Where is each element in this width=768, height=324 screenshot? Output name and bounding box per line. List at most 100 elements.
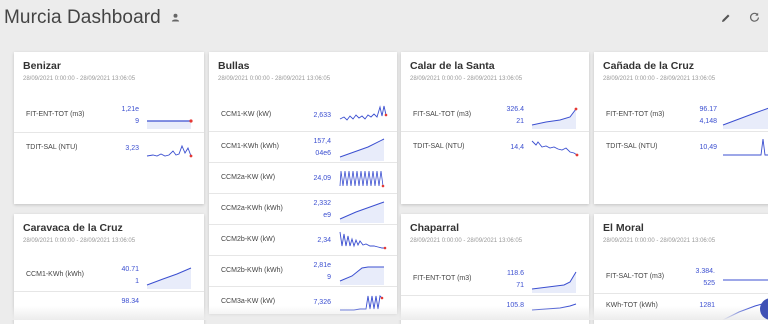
card-date-range: 28/09/2021 0:00:00 - 28/09/2021 13:06:05 <box>410 76 523 82</box>
sparkline-chart <box>339 105 388 121</box>
sparkline-chart <box>722 107 768 129</box>
metric-value-line1: 3,23 <box>125 145 139 152</box>
station-card-benizar[interactable]: Benizar 28/09/2021 0:00:00 - 28/09/2021 … <box>14 52 204 204</box>
dashboard-header: Murcia Dashboard <box>0 0 768 42</box>
metric-row[interactable]: FIT-ENT-TOT (m3) 96.17 4,148 <box>594 100 768 130</box>
metric-label: FIT-ENT-TOT (m3) <box>413 275 472 282</box>
metric-value-line2: 525 <box>703 280 715 287</box>
metric-row[interactable]: FIT-SAL-TOT (m3) 326.4 21 <box>401 100 589 130</box>
bottom-fade <box>0 306 768 320</box>
metric-row[interactable]: CCM1-KWh (kWh) 157,4 04e6 <box>209 131 397 162</box>
page-title: Murcia Dashboard <box>4 7 161 28</box>
metric-value: 96.17 4,148 <box>657 104 717 128</box>
metric-value-line1: 2,332 <box>313 200 331 207</box>
card-date-range: 28/09/2021 0:00:00 - 28/09/2021 13:06:05 <box>23 76 136 82</box>
metric-row[interactable]: CCM2a-KWh (kWh) 2,332 e9 <box>209 193 397 224</box>
card-date-range: 28/09/2021 0:00:00 - 28/09/2021 13:06:05 <box>603 76 716 82</box>
card-title: Calar de la Santa <box>410 60 495 72</box>
metric-value: 2,332 e9 <box>271 198 331 222</box>
metric-value: 40.71 1 <box>79 264 139 288</box>
metric-value-line2: e9 <box>323 212 331 219</box>
sparkline-chart <box>146 267 192 289</box>
station-card-calar-de-la-santa[interactable]: Calar de la Santa 28/09/2021 0:00:00 - 2… <box>401 52 589 204</box>
metric-row[interactable]: TDIT-SAL (NTU) 3,23 <box>14 132 204 163</box>
metric-value-line1: 40.71 <box>121 266 139 273</box>
metric-label: CCM1-KWh (kWh) <box>26 271 84 278</box>
metric-value: 3,23 <box>79 143 139 155</box>
sparkline-chart <box>146 144 193 158</box>
metric-value-line1: 1,21e <box>121 106 139 113</box>
metric-value-line2: 21 <box>516 118 524 125</box>
card-date-range: 28/09/2021 0:00:00 - 28/09/2021 13:06:05 <box>410 238 523 244</box>
metric-row[interactable]: FIT-ENT-TOT (m3) 118.6 71 <box>401 264 589 294</box>
metric-value-line1: 24,09 <box>313 175 331 182</box>
metric-row[interactable]: CCM2a-KW (kW) 24,09 <box>209 162 397 193</box>
metric-value: 2,34 <box>271 235 331 247</box>
sparkline-chart <box>531 271 577 293</box>
metric-value: 118.6 71 <box>464 268 524 292</box>
metric-value-line2: 9 <box>327 274 331 281</box>
sparkline-chart <box>723 138 768 156</box>
metric-value-line1: 2,633 <box>313 112 331 119</box>
metric-row[interactable]: CCM1-KW (kW) 2,633 <box>209 100 397 130</box>
metric-value-line1: 2,81e <box>313 262 331 269</box>
card-title: Chaparral <box>410 222 460 234</box>
metric-label: TDIT-SAL (NTU) <box>606 143 658 150</box>
card-title: Bullas <box>218 60 250 72</box>
person-icon[interactable] <box>171 13 180 22</box>
metric-label: CCM3a-KW (kW) <box>221 298 276 305</box>
metric-value-line1: 10,49 <box>699 144 717 151</box>
metric-label: FIT-ENT-TOT (m3) <box>26 111 85 118</box>
sparkline-chart <box>339 170 385 188</box>
metric-value: 326.4 21 <box>464 104 524 128</box>
metric-value-line2: 71 <box>516 282 524 289</box>
metric-label: TDIT-SAL (NTU) <box>413 143 465 150</box>
metric-value-line1: 96.17 <box>699 106 717 113</box>
metric-row[interactable]: TDIT-SAL (NTU) 14,4 <box>401 131 589 162</box>
metric-value-line2: 4,148 <box>699 118 717 125</box>
sparkline-chart <box>339 266 384 285</box>
metric-label: TDIT-SAL (NTU) <box>26 144 78 151</box>
sparkline-chart <box>147 119 193 129</box>
sparkline-chart <box>339 201 385 223</box>
metric-row[interactable]: TDIT-SAL (NTU) 10,49 <box>594 131 768 162</box>
metric-value: 10,49 <box>657 142 717 154</box>
metric-label: CCM2b-KW (kW) <box>221 236 276 243</box>
metric-value-line2: 04e6 <box>315 150 331 157</box>
station-card-canada-de-la-cruz[interactable]: Cañada de la Cruz 28/09/2021 0:00:00 - 2… <box>594 52 768 204</box>
metric-value: 157,4 04e6 <box>271 136 331 160</box>
metric-value: 3.384. 525 <box>655 266 715 290</box>
metric-value-line1: 326.4 <box>506 106 524 113</box>
metric-value: 1,21e 9 <box>79 104 139 128</box>
sparkline-chart <box>531 140 579 157</box>
card-title: Cañada de la Cruz <box>603 60 695 72</box>
card-title: Benizar <box>23 60 61 72</box>
metric-row[interactable]: CCM1-KWh (kWh) 40.71 1 <box>14 260 204 290</box>
card-title: El Moral <box>603 222 644 234</box>
metric-label: FIT-SAL-TOT (m3) <box>413 111 472 118</box>
sparkline-chart <box>339 138 385 161</box>
metric-row[interactable]: CCM2b-KWh (kWh) 2,81e 9 <box>209 255 397 286</box>
card-title: Caravaca de la Cruz <box>23 222 123 234</box>
card-date-range: 28/09/2021 0:00:00 - 28/09/2021 13:06:05 <box>218 76 331 82</box>
metric-row[interactable]: FIT-ENT-TOT (m3) 1,21e 9 <box>14 100 204 130</box>
sparkline-chart <box>723 279 768 281</box>
sparkline-chart <box>531 107 578 129</box>
metric-value-line2: 9 <box>135 118 139 125</box>
metric-value-line1: 118.6 <box>507 270 524 277</box>
metric-label: FIT-ENT-TOT (m3) <box>606 111 665 118</box>
metric-value-line2: 1 <box>135 278 139 285</box>
metric-value: 14,4 <box>464 142 524 154</box>
metric-value-line1: 2,34 <box>317 237 331 244</box>
metric-row[interactable]: CCM2b-KW (kW) 2,34 <box>209 224 397 255</box>
metric-value: 2,81e 9 <box>271 260 331 284</box>
metric-row[interactable]: FIT-SAL-TOT (m3) 3.384. 525 <box>594 262 768 292</box>
station-card-bullas[interactable]: Bullas 28/09/2021 0:00:00 - 28/09/2021 1… <box>209 52 397 314</box>
pencil-icon[interactable] <box>721 13 731 23</box>
refresh-icon[interactable] <box>749 12 760 23</box>
card-date-range: 28/09/2021 0:00:00 - 28/09/2021 13:06:05 <box>23 238 136 244</box>
sparkline-chart <box>339 231 387 250</box>
metric-value: 2,633 <box>271 110 331 122</box>
metric-value-line1: 14,4 <box>510 144 524 151</box>
metric-value-line1: 157,4 <box>313 138 331 145</box>
